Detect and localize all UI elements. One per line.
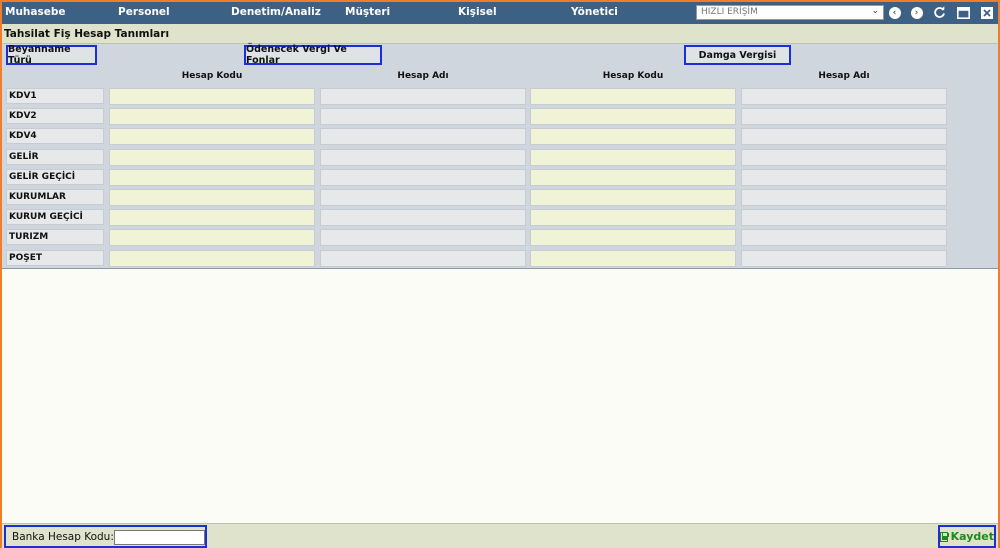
hesap-kodu-2-cell[interactable]: [530, 229, 736, 246]
footer-bar: Banka Hesap Kodu: Kaydet: [2, 523, 998, 548]
menu-muhasebe[interactable]: Muhasebe: [5, 6, 66, 18]
hesap-adi-1-cell[interactable]: [320, 209, 526, 226]
row-label: KDV2: [6, 108, 104, 124]
hesap-adi-1-cell[interactable]: [320, 128, 526, 145]
hesap-adi-2-cell[interactable]: [741, 108, 947, 125]
row-label: KDV4: [6, 128, 104, 144]
hesap-kodu-1-cell[interactable]: [109, 108, 315, 125]
hesap-adi-1-cell[interactable]: [320, 250, 526, 267]
group-damga-vergisi[interactable]: Damga Vergisi: [684, 45, 791, 65]
row-label: GELİR GEÇİCİ: [6, 169, 104, 185]
row-label: KDV1: [6, 88, 104, 104]
hesap-adi-1-cell[interactable]: [320, 88, 526, 105]
column-header-hesap-adi-1: Hesap Adı: [397, 71, 449, 81]
quick-access-placeholder: HIZLI ERİŞİM: [701, 7, 758, 17]
quick-access-select[interactable]: HIZLI ERİŞİM ⌄: [696, 5, 884, 20]
hesap-kodu-1-cell[interactable]: [109, 169, 315, 186]
hesap-kodu-1-cell[interactable]: [109, 209, 315, 226]
hesap-adi-1-cell[interactable]: [320, 149, 526, 166]
back-icon[interactable]: ‹: [887, 5, 902, 20]
hesap-kodu-1-cell[interactable]: [109, 250, 315, 267]
column-header-hesap-adi-2: Hesap Adı: [818, 71, 870, 81]
hesap-adi-1-cell[interactable]: [320, 108, 526, 125]
chevron-down-icon: ⌄: [871, 6, 879, 16]
close-icon[interactable]: [979, 5, 994, 20]
menu-personel[interactable]: Personel: [118, 6, 170, 18]
account-grid: Beyanname Türü Ödenecek Vergi Ve Fonlar …: [2, 44, 998, 269]
hesap-kodu-2-cell[interactable]: [530, 250, 736, 267]
group-odenecek-vergi[interactable]: Ödenecek Vergi Ve Fonlar: [244, 44, 382, 66]
row-label: KURUMLAR: [6, 189, 104, 205]
menu-yonetici[interactable]: Yönetici: [571, 6, 618, 18]
hesap-kodu-2-cell[interactable]: [530, 128, 736, 145]
hesap-adi-1-cell[interactable]: [320, 229, 526, 246]
column-header-hesap-kodu-2: Hesap Kodu: [602, 71, 664, 81]
menu-kisisel[interactable]: Kişisel: [458, 6, 497, 18]
hesap-kodu-1-cell[interactable]: [109, 229, 315, 246]
row-label: TURIZM: [6, 229, 104, 245]
hesap-adi-2-cell[interactable]: [741, 169, 947, 186]
hesap-kodu-1-cell[interactable]: [109, 189, 315, 206]
menu-musteri[interactable]: Müşteri: [345, 6, 390, 18]
page-title-bar: Tahsilat Fiş Hesap Tanımları: [2, 24, 998, 44]
hesap-kodu-2-cell[interactable]: [530, 108, 736, 125]
bank-account-label: Banka Hesap Kodu:: [12, 531, 114, 543]
hesap-kodu-2-cell[interactable]: [530, 88, 736, 105]
row-label: GELİR: [6, 149, 104, 165]
hesap-adi-2-cell[interactable]: [741, 189, 947, 206]
menu-denetim-analiz[interactable]: Denetim/Analiz: [231, 6, 321, 18]
group-beyanname-turu[interactable]: Beyanname Türü: [6, 44, 97, 66]
row-label: POŞET: [6, 250, 104, 266]
hesap-adi-1-cell[interactable]: [320, 189, 526, 206]
hesap-kodu-2-cell[interactable]: [530, 169, 736, 186]
hesap-adi-2-cell[interactable]: [741, 250, 947, 267]
hesap-kodu-2-cell[interactable]: [530, 149, 736, 166]
forward-icon[interactable]: ›: [909, 5, 924, 20]
save-label: Kaydet: [950, 530, 994, 543]
page-title: Tahsilat Fiş Hesap Tanımları: [4, 28, 170, 40]
bank-account-group: Banka Hesap Kodu:: [4, 525, 207, 548]
maximize-icon[interactable]: [956, 5, 971, 20]
hesap-adi-2-cell[interactable]: [741, 209, 947, 226]
hesap-kodu-1-cell[interactable]: [109, 149, 315, 166]
hesap-adi-2-cell[interactable]: [741, 88, 947, 105]
hesap-kodu-2-cell[interactable]: [530, 209, 736, 226]
hesap-kodu-1-cell[interactable]: [109, 128, 315, 145]
save-button[interactable]: Kaydet: [938, 525, 996, 548]
hesap-adi-1-cell[interactable]: [320, 169, 526, 186]
column-header-hesap-kodu-1: Hesap Kodu: [181, 71, 243, 81]
row-label: KURUM GEÇİCİ: [6, 209, 104, 225]
bank-account-input[interactable]: [114, 530, 205, 545]
app-frame: Muhasebe Personel Denetim/Analiz Müşteri…: [0, 0, 1000, 548]
refresh-icon[interactable]: [932, 5, 947, 20]
top-menu-bar: Muhasebe Personel Denetim/Analiz Müşteri…: [2, 2, 998, 24]
hesap-adi-2-cell[interactable]: [741, 128, 947, 145]
hesap-adi-2-cell[interactable]: [741, 149, 947, 166]
hesap-adi-2-cell[interactable]: [741, 229, 947, 246]
hesap-kodu-2-cell[interactable]: [530, 189, 736, 206]
hesap-kodu-1-cell[interactable]: [109, 88, 315, 105]
save-icon: [940, 531, 949, 542]
